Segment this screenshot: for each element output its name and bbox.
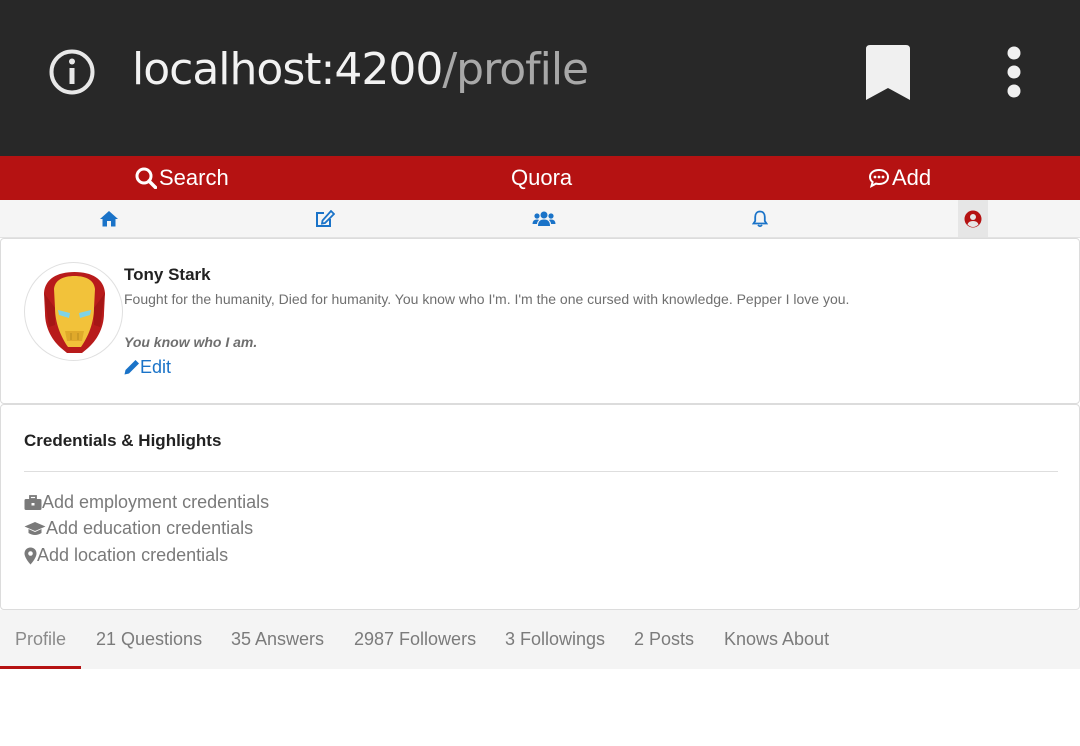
profile-name: Tony Stark	[124, 265, 211, 284]
add-education-credentials-link[interactable]: Add education credentials	[24, 518, 253, 539]
edit-icon	[316, 209, 335, 227]
map-marker-icon	[24, 547, 37, 564]
edit-label: Edit	[140, 357, 172, 377]
kebab-menu-icon[interactable]	[1000, 46, 1028, 98]
comment-dots-icon	[868, 168, 890, 188]
url-host: localhost:4200	[132, 44, 443, 95]
users-icon	[532, 211, 556, 226]
iron-man-avatar-image	[44, 272, 105, 353]
info-icon[interactable]	[49, 49, 95, 95]
add-location-credentials-link[interactable]: Add location credentials	[24, 545, 228, 566]
nav-home[interactable]	[94, 200, 124, 237]
credential-label: Add location credentials	[37, 545, 229, 565]
profile-card: Tony Stark Fought for the humanity, Died…	[0, 238, 1080, 404]
add-label: Add	[892, 165, 932, 190]
add-button[interactable]: Add	[868, 156, 931, 200]
divider	[24, 471, 1058, 472]
nav-write[interactable]	[310, 200, 340, 237]
tab-answers[interactable]: 35 Answers	[231, 610, 324, 669]
user-circle-icon	[964, 210, 982, 227]
search-label: Search	[159, 165, 229, 190]
nav-profile[interactable]	[958, 200, 988, 237]
active-tab-indicator	[0, 666, 81, 669]
credentials-card: Credentials & Highlights Add employment …	[0, 404, 1080, 610]
edit-profile-button[interactable]: Edit	[123, 357, 171, 378]
tab-posts[interactable]: 2 Posts	[634, 610, 694, 669]
profile-tagline: You know who I am.	[124, 334, 258, 350]
credential-label: Add education credentials	[46, 518, 254, 538]
nav-notifications[interactable]	[745, 200, 775, 237]
search-button[interactable]: Search	[135, 156, 229, 200]
tab-questions[interactable]: 21 Questions	[96, 610, 202, 669]
url-field[interactable]: localhost:4200/profile	[132, 44, 589, 95]
home-icon	[100, 211, 118, 227]
profile-tabs: Profile 21 Questions 35 Answers 2987 Fol…	[0, 610, 1080, 669]
tab-followers[interactable]: 2987 Followers	[354, 610, 476, 669]
bell-icon	[752, 210, 768, 227]
top-navbar: Search Quora Add	[0, 156, 1080, 200]
credentials-title: Credentials & Highlights	[24, 431, 222, 450]
profile-bio: Fought for the humanity, Died for humani…	[124, 291, 850, 307]
icon-navbar	[0, 200, 1080, 238]
add-employment-credentials-link[interactable]: Add employment credentials	[24, 492, 269, 513]
url-path: /profile	[442, 44, 589, 95]
pencil-icon	[124, 360, 139, 375]
credential-label: Add employment credentials	[42, 492, 270, 512]
bookmark-icon[interactable]	[866, 45, 910, 100]
graduation-cap-icon	[24, 521, 46, 535]
nav-users[interactable]	[529, 200, 559, 237]
browser-address-bar: localhost:4200/profile	[0, 0, 1080, 156]
tab-followings[interactable]: 3 Followings	[505, 610, 605, 669]
tab-profile[interactable]: Profile	[15, 610, 66, 669]
brand-link[interactable]: Quora	[511, 156, 572, 200]
tab-knows-about[interactable]: Knows About	[724, 610, 829, 669]
search-icon	[135, 167, 157, 189]
briefcase-icon	[24, 494, 42, 510]
avatar	[24, 262, 123, 361]
